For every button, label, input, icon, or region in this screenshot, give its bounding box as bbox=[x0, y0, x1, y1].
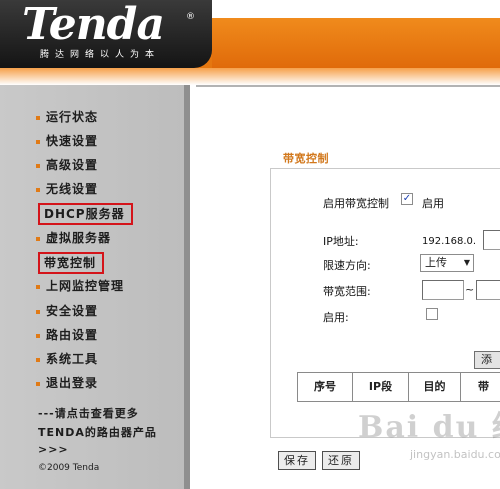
sidebar-item-system-tools[interactable]: 系统工具 bbox=[36, 348, 98, 370]
add-rule-button[interactable]: 添 bbox=[474, 351, 500, 369]
bullet-icon bbox=[36, 139, 40, 144]
bullet-icon bbox=[36, 309, 40, 314]
sidebar-item-logout[interactable]: 退出登录 bbox=[36, 372, 98, 394]
copyright-text: ©2009 Tenda bbox=[38, 463, 100, 473]
table-header-bandwidth: 带 bbox=[478, 380, 489, 393]
tenda-logo: Tenda ® 腾达网络以人为本 bbox=[0, 0, 212, 68]
ip-label: IP地址: bbox=[323, 235, 359, 248]
baidu-watermark-url: jingyan.baidu.com bbox=[410, 448, 500, 461]
range-separator: ~ bbox=[465, 283, 475, 296]
ip-prefix: 192.168.0. bbox=[422, 236, 477, 247]
range-label: 带宽范围: bbox=[323, 285, 371, 298]
direction-select[interactable]: 上传 ▼ bbox=[420, 254, 474, 272]
bullet-icon bbox=[36, 236, 40, 241]
sidebar-item-advanced[interactable]: 高级设置 bbox=[36, 154, 98, 176]
promo-link-arrows[interactable]: >>> bbox=[38, 443, 69, 456]
baidu-watermark: Bai du 经验 bbox=[358, 410, 500, 445]
header-under-band bbox=[0, 68, 500, 85]
restore-button[interactable]: 还原 bbox=[322, 451, 360, 470]
bullet-icon bbox=[36, 115, 40, 120]
bullet-icon bbox=[36, 381, 40, 386]
bullet-icon bbox=[36, 333, 40, 338]
chevron-down-icon: ▼ bbox=[463, 258, 470, 267]
bullet-icon bbox=[36, 163, 40, 168]
bullet-icon bbox=[36, 187, 40, 192]
promo-link-line1[interactable]: ---请点击查看更多 bbox=[38, 405, 139, 421]
sidebar-item-wireless[interactable]: 无线设置 bbox=[36, 178, 98, 200]
bullet-icon bbox=[36, 284, 40, 289]
sidebar-item-security[interactable]: 安全设置 bbox=[36, 300, 98, 322]
ip-start-input[interactable] bbox=[483, 230, 500, 250]
page-title: 带宽控制 bbox=[283, 152, 329, 165]
logo-wordmark: Tenda bbox=[22, 0, 165, 50]
logo-registered-mark: ® bbox=[186, 12, 195, 22]
table-header-index: 序号 bbox=[298, 373, 353, 401]
logo-tagline: 腾达网络以人为本 bbox=[40, 50, 161, 60]
enable-rule-checkbox[interactable] bbox=[426, 308, 438, 320]
table-header-ip-range: IP段 bbox=[353, 373, 409, 401]
sidebar-item-routing[interactable]: 路由设置 bbox=[36, 324, 98, 346]
sidebar-item-dhcp[interactable]: DHCP服务器 bbox=[38, 203, 133, 225]
range-min-input[interactable] bbox=[422, 280, 464, 300]
enable-bw-checkbox[interactable]: ✓ bbox=[401, 193, 413, 205]
bullet-icon bbox=[36, 357, 40, 362]
range-max-input[interactable] bbox=[476, 280, 500, 300]
sidebar-item-run-status[interactable]: 运行状态 bbox=[36, 106, 98, 128]
header-orange-band bbox=[212, 18, 500, 68]
table-header-destination: 目的 bbox=[409, 373, 461, 401]
direction-select-value: 上传 bbox=[425, 256, 447, 269]
promo-link-line2[interactable]: TENDA的路由器产品 bbox=[38, 424, 157, 440]
main-top-border bbox=[196, 85, 500, 87]
enable-rule-label: 启用: bbox=[323, 311, 349, 324]
sidebar-item-monitoring[interactable]: 上网监控管理 bbox=[36, 275, 124, 297]
sidebar-item-virtual-server[interactable]: 虚拟服务器 bbox=[36, 227, 111, 249]
enable-bw-label: 启用带宽控制 bbox=[323, 197, 389, 210]
header-banner: Tenda ® 腾达网络以人为本 bbox=[0, 0, 500, 85]
sidebar-item-bandwidth-control[interactable]: 带宽控制 bbox=[38, 252, 105, 274]
sidebar-item-quick-setup[interactable]: 快速设置 bbox=[36, 130, 98, 152]
rules-table-header: 序号 IP段 目的 带 bbox=[297, 372, 500, 402]
save-button[interactable]: 保存 bbox=[278, 451, 316, 470]
enable-bw-option: 启用 bbox=[422, 197, 444, 210]
direction-label: 限速方向: bbox=[323, 259, 371, 272]
